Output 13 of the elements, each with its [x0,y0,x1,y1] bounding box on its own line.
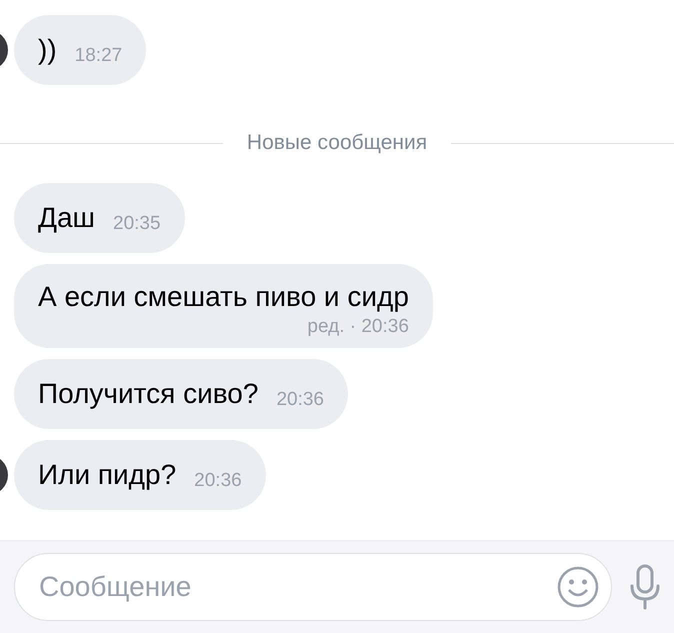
emoji-icon[interactable] [556,565,600,609]
message-input-field[interactable]: Сообщение [14,553,612,621]
message-text: А если смешать пиво и сидр [38,280,409,314]
message-time: 20:36 [194,469,242,492]
message-time: ред. · 20:36 [307,315,409,338]
message-time: 20:36 [276,388,324,411]
message-text: Или пидр? [38,458,176,492]
message-text: Получится сиво? [38,377,258,411]
message-text: Даш [38,201,95,235]
message-time: 18:27 [74,44,122,67]
message-time: 20:35 [113,212,161,235]
new-messages-divider: Новые сообщения [246,131,428,155]
message-text: )) [38,33,57,67]
